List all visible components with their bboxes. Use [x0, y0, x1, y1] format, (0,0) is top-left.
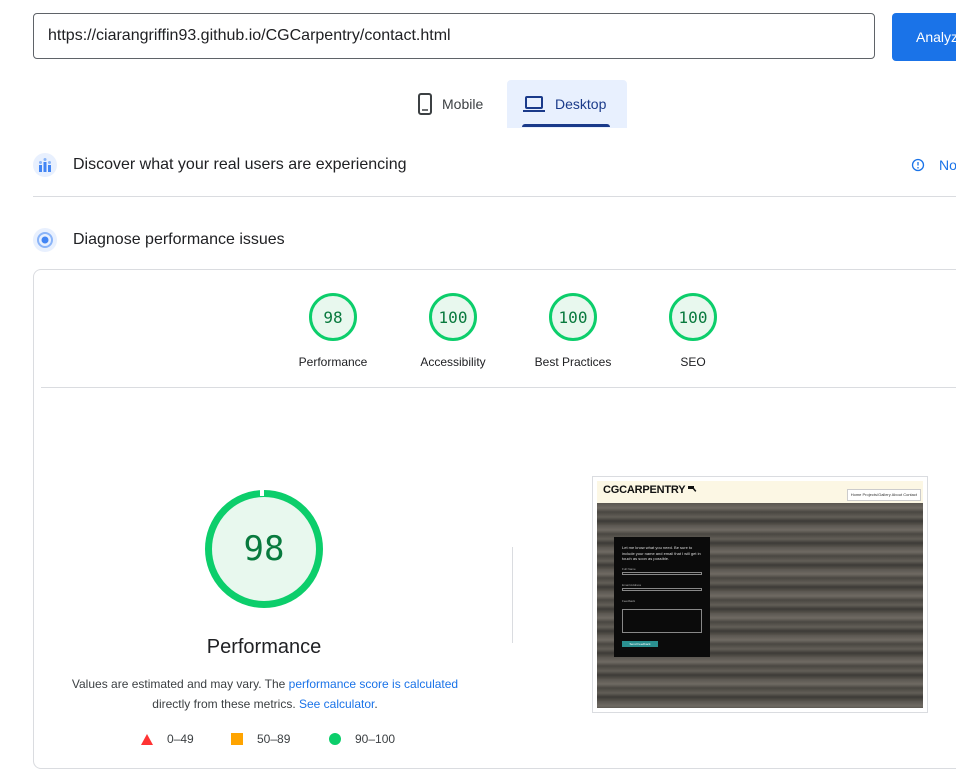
gauge-label: Performance [298, 355, 368, 369]
square-icon [231, 733, 243, 745]
section-divider [33, 196, 956, 197]
thumbnail-logo: CGCARPENTRY [603, 484, 698, 496]
lighthouse-diagnose-icon [33, 228, 57, 252]
hammer-icon [688, 486, 697, 492]
no-data-link[interactable]: No [911, 157, 956, 173]
thumbnail-nav: Home Projects/Gallery About Contact [846, 489, 921, 501]
laptop-icon [523, 96, 545, 112]
gauge-score: 100 [669, 293, 717, 341]
analyze-button[interactable]: Analyze [892, 13, 956, 61]
legend-fail: 0–49 [141, 732, 194, 746]
performance-disclaimer: Values are estimated and may vary. The p… [60, 674, 470, 714]
disclaimer-text: Values are estimated and may vary. The [71, 677, 289, 691]
legend-range: 90–100 [355, 732, 396, 746]
performance-score-gauge: 98 [205, 490, 323, 608]
real-users-title: Discover what your real users are experi… [73, 156, 407, 173]
tab-desktop[interactable]: Desktop [507, 80, 627, 128]
thumbnail-header: CGCARPENTRY Home Projects/Gallery About … [597, 481, 923, 503]
gauge-score: 100 [549, 293, 597, 341]
performance-title: Performance [206, 636, 322, 658]
gauge-best-practices[interactable]: 100 Best Practices [513, 293, 633, 369]
thumbnail-field [622, 572, 702, 575]
gauge-performance[interactable]: 98 Performance [273, 293, 393, 369]
thumbnail-textarea [622, 609, 702, 633]
thumbnail-contact-form: Let me know what you need. Be sure to in… [614, 537, 710, 657]
tab-desktop-label: Desktop [555, 96, 607, 112]
thumbnail-field-label: Email Address [622, 583, 642, 587]
gauge-seo[interactable]: 100 SEO [633, 293, 753, 369]
gauge-gap [260, 488, 264, 496]
see-calculator-link[interactable]: See calculator [299, 697, 374, 711]
legend-average: 50–89 [231, 732, 290, 746]
legend-range: 0–49 [167, 732, 194, 746]
crux-users-icon [33, 153, 57, 177]
circle-icon [329, 733, 341, 745]
disclaimer-text: directly from these metrics. [152, 697, 299, 711]
thumbnail-field-label: Feedback [622, 599, 636, 603]
tab-mobile[interactable]: Mobile [404, 80, 507, 128]
diagnose-title: Diagnose performance issues [73, 231, 285, 248]
gauge-label: Best Practices [534, 355, 612, 369]
no-data-label: No [939, 157, 956, 173]
gauge-label: Accessibility [420, 355, 486, 369]
gauge-label: SEO [680, 355, 706, 369]
gauge-score: 98 [309, 293, 357, 341]
tab-selected-indicator [522, 124, 610, 127]
triangle-icon [141, 733, 153, 745]
gauge-accessibility[interactable]: 100 Accessibility [393, 293, 513, 369]
gauges-divider [41, 387, 956, 388]
thumbnail-field-label: Full Name [622, 567, 636, 571]
thumbnail-field [622, 588, 702, 591]
thumbnail-send-button: Send Feedback [622, 641, 658, 647]
page-screenshot-thumbnail[interactable]: CGCARPENTRY Home Projects/Gallery About … [592, 476, 928, 713]
disclaimer-text: . [374, 697, 378, 711]
tab-mobile-label: Mobile [442, 96, 484, 112]
thumbnail-intro: Let me know what you need. Be sure to in… [622, 545, 701, 561]
url-input[interactable] [33, 13, 875, 59]
vertical-divider [512, 547, 513, 643]
legend-pass: 90–100 [329, 732, 395, 746]
score-calculated-link[interactable]: performance score is calculated [289, 677, 458, 691]
legend-range: 50–89 [257, 732, 291, 746]
info-icon [911, 158, 925, 172]
mobile-phone-icon [418, 93, 432, 115]
gauge-score: 100 [429, 293, 477, 341]
